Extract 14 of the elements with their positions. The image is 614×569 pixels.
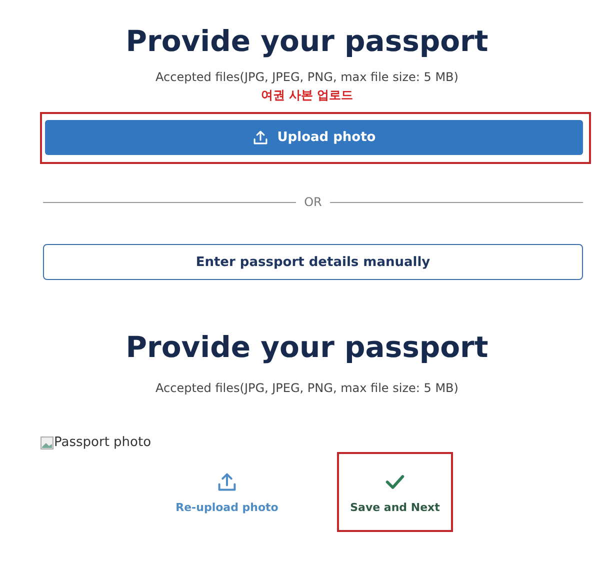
- accepted-files-hint: Accepted files(JPG, JPEG, PNG, max file size: 5 MB): [154, 381, 460, 395]
- page-title: Provide your passport: [124, 24, 490, 58]
- or-divider-label: OR: [304, 195, 322, 209]
- upload-note: 여권 사본 업로드: [260, 87, 354, 104]
- accepted-files-hint: Accepted files(JPG, JPEG, PNG, max file size: 5 MB): [154, 70, 460, 84]
- upload-photo-button[interactable]: Upload photo: [45, 120, 583, 155]
- page-title: Provide your passport: [124, 330, 490, 364]
- reupload-button[interactable]: Re-upload photo: [157, 452, 297, 532]
- broken-image-icon: [40, 436, 54, 450]
- upload-icon: [216, 470, 238, 492]
- upload-icon: [252, 129, 270, 146]
- manual-entry-button[interactable]: Enter passport details manually: [43, 244, 583, 280]
- image-alt-text: Passport photo: [54, 435, 152, 450]
- save-next-button[interactable]: Save and Next: [337, 452, 453, 532]
